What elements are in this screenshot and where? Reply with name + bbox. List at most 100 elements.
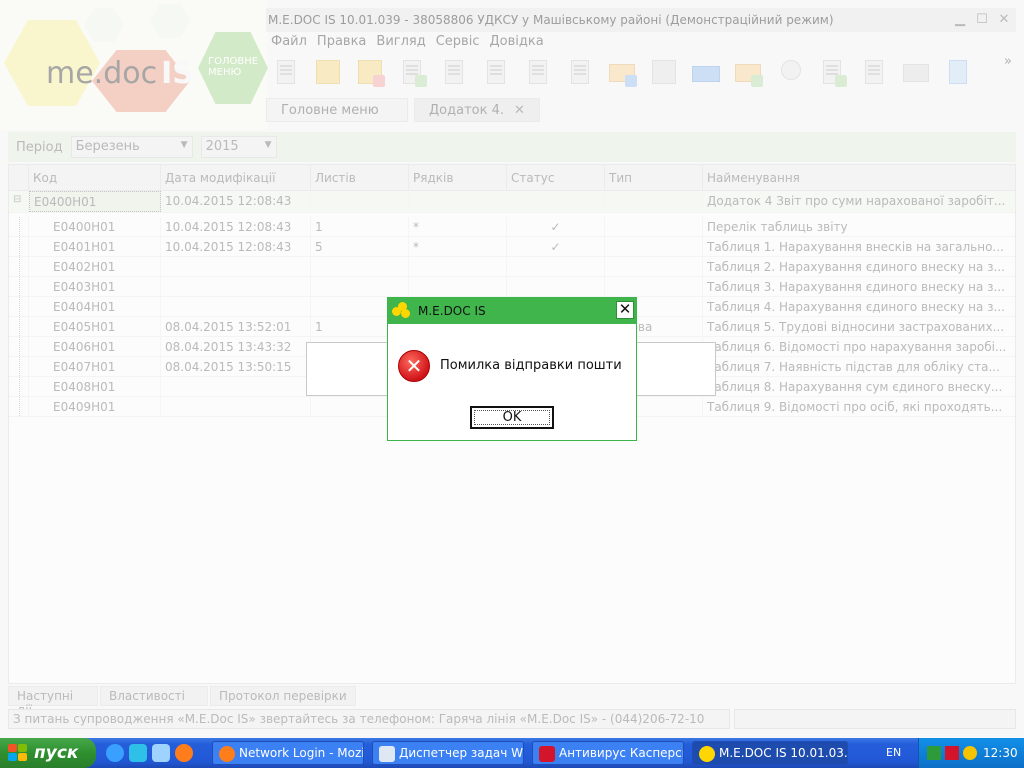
kaspersky-tray-icon[interactable] [945,746,959,760]
tab-next-actions[interactable]: Наступні дії [8,686,98,717]
medoc-logo: me.doc IS [46,56,194,91]
minimize-icon[interactable]: ▁ [952,12,968,28]
cell-date [161,377,311,396]
add-document-icon[interactable] [478,54,514,90]
column-header-status[interactable]: Статус [507,165,605,190]
tree-line [19,277,29,296]
table-row[interactable]: E0402H01 Таблиця 2. Нарахування єдиного в… [9,257,1015,277]
task-medoc[interactable]: M.E.DOC IS 10.01.03... [692,741,848,765]
check-document-icon[interactable] [814,54,850,90]
task-network-login[interactable]: Network Login - Mozill... [212,741,364,765]
tab-home-menu[interactable]: Головне меню [266,98,408,122]
column-header-sheets[interactable]: Листів [311,165,409,190]
maximize-icon[interactable]: ☐ [974,12,990,28]
cell-type [605,277,703,296]
new-document-icon[interactable] [268,54,304,90]
open-folder-icon[interactable] [310,54,346,90]
language-indicator[interactable]: EN [886,746,901,759]
dialog-close-icon[interactable]: ✕ [616,301,634,319]
column-header-name[interactable]: Найменування [703,165,1015,190]
tree-line [19,397,29,416]
cell-sheets: 5 [311,237,409,256]
cell-type [605,237,703,256]
column-header-type[interactable]: Тип [605,165,703,190]
bottom-tabs: Наступні дії Властивості Протокол переві… [8,686,356,717]
cell-status: ✓ [507,217,605,236]
menu-file[interactable]: Файл [266,32,312,52]
menu-view[interactable]: Вигляд [371,32,430,52]
copy-document-icon[interactable] [394,54,430,90]
toolbar-more-icon[interactable]: » [1004,54,1012,69]
tab-appendix-4[interactable]: Додаток 4. ✕ [414,98,540,122]
task-manager-icon [379,746,395,762]
cell-name: Таблиця 9. Відомості про осіб, які прохо… [707,400,1003,414]
menu-help[interactable]: Довідка [484,32,548,52]
sign-document-icon[interactable] [856,54,892,90]
start-button[interactable]: пуск [0,738,96,768]
tab-close-icon[interactable]: ✕ [514,103,525,118]
ok-button[interactable]: OK [470,406,554,429]
cell-rows [409,257,507,276]
task-kaspersky[interactable]: Антивирус Касперск... [532,741,684,765]
table-row[interactable]: E0400H01 10.04.2015 12:08:43 1 * ✓ Перелік та… [9,217,1015,237]
update-icon[interactable] [963,746,977,760]
send-mail-icon[interactable] [604,54,640,90]
column-header-modified[interactable]: Дата модифікації [161,165,311,190]
column-header-rows[interactable]: Рядків [409,165,507,190]
search-icon[interactable] [772,54,808,90]
cell-status [507,277,605,296]
tab-check-log[interactable]: Протокол перевірки [210,686,356,706]
period-label: Період [16,139,63,155]
table-row[interactable]: E0403H01 Таблиця 3. Нарахування єдиного в… [9,277,1015,297]
inbox-icon[interactable] [898,54,934,90]
cell-name: Таблиця 8. Нарахування сум єдиного внеск… [707,380,1003,394]
remove-document-icon[interactable] [562,54,598,90]
firefox-icon[interactable] [175,744,193,762]
cell-date [161,277,311,296]
tab-properties[interactable]: Властивості [100,686,208,706]
tree-line [19,317,29,336]
cell-date: 10.04.2015 12:08:43 [161,217,311,236]
receive-mail-icon[interactable] [730,54,766,90]
internet-explorer-icon[interactable] [106,744,124,762]
cell-date: 10.04.2015 12:08:43 [161,237,311,256]
task-task-manager[interactable]: Диспетчер задач Wi... [372,741,524,765]
cell-type [605,217,703,236]
medoc-icon [699,746,715,762]
media-player-icon[interactable] [152,744,170,762]
year-select[interactable]: 2015 ▼ [200,136,277,158]
cell-sheets [311,277,409,296]
network-icon[interactable] [927,746,941,760]
table-row-parent[interactable]: ⊟ E0400H01 10.04.2015 12:08:43 Додаток 4… [9,191,1015,213]
logo-area: me.doc IS ГОЛОВНЕ МЕНЮ [0,0,268,130]
home-menu-label[interactable]: ГОЛОВНЕ МЕНЮ [208,56,262,78]
show-desktop-icon[interactable] [129,744,147,762]
collapse-icon[interactable]: ⊟ [9,191,29,212]
toolbar: » [268,54,1012,94]
menu-service[interactable]: Сервіс [431,32,485,52]
archive-icon[interactable] [646,54,682,90]
column-header-code[interactable]: Код [29,165,161,190]
menu-edit[interactable]: Правка [312,32,371,52]
cell-rows: * [409,217,507,236]
confirm-icon[interactable] [940,54,976,90]
delete-folder-icon[interactable] [352,54,388,90]
document-tabs: Головне меню Додаток 4. ✕ [266,98,540,122]
cell-name: Таблиця 2. Нарахування єдиного внеску на… [707,260,1005,274]
tree-line [19,217,29,236]
cell-code: E0405H01 [29,317,161,336]
chevron-down-icon: ▼ [264,140,272,150]
cell-name: Таблиця 7. Наявність підстав для обліку … [707,360,1000,374]
edit-document-icon[interactable] [436,54,472,90]
grid-header-expander [9,165,29,190]
month-select[interactable]: Березень ▼ [70,136,193,158]
clock[interactable]: 12:30 [983,746,1018,760]
status-bar-panel [734,709,1016,729]
table-row[interactable]: E0401H01 10.04.2015 12:08:43 5 * ✓ Таблиця 1.… [9,237,1015,257]
close-icon[interactable]: ✕ [996,12,1012,28]
window-title: M.E.DOC IS 10.01.039 - 38058806 УДКСУ у … [268,13,834,27]
print-icon[interactable] [688,54,724,90]
tree-line [19,257,29,276]
cell-rows [409,277,507,296]
find-document-icon[interactable] [520,54,556,90]
